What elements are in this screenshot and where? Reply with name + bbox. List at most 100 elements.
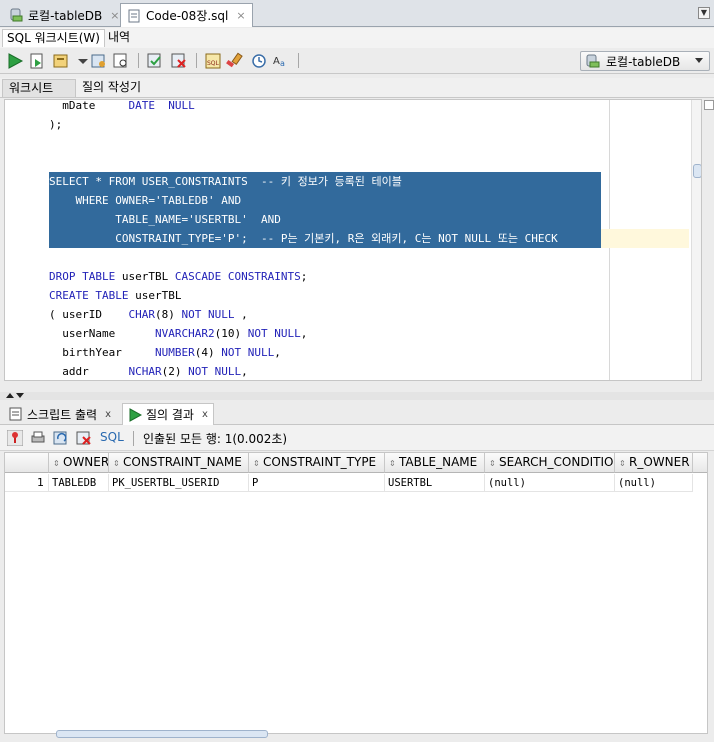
connection-selector[interactable]: 로컬-tableDB: [580, 51, 710, 71]
column-header[interactable]: ⇕ CONSTRAINT_TYPE: [249, 453, 385, 473]
connection-label: 로컬-tableDB: [606, 54, 681, 69]
collapse-up-icon[interactable]: [6, 393, 14, 398]
table-cell[interactable]: TABLEDB: [49, 474, 109, 492]
tab-worksheet[interactable]: 워크시트: [2, 79, 76, 97]
result-toolbar: SQL 인출된 모든 행: 1(0.002초): [0, 425, 714, 451]
pane-splitter[interactable]: [0, 392, 714, 400]
tab-label: 스크립트 출력: [27, 407, 98, 422]
column-header-label: R_OWNER: [629, 455, 690, 469]
rollback-icon[interactable]: [170, 52, 188, 70]
editor-vertical-scrollbar[interactable]: [691, 100, 701, 380]
column-header-label: CONSTRAINT_NAME: [123, 455, 242, 469]
tab-query-result[interactable]: 질의 결과 x: [122, 403, 214, 425]
close-icon[interactable]: x: [202, 409, 208, 420]
toolbar-separator: [133, 431, 134, 446]
close-icon[interactable]: x: [105, 409, 111, 420]
explain-plan-icon[interactable]: [90, 52, 108, 70]
table-cell[interactable]: (null): [485, 474, 615, 492]
tab-history[interactable]: 내역: [104, 29, 134, 47]
table-cell[interactable]: (null): [615, 474, 693, 492]
cancel-query-icon[interactable]: [76, 430, 92, 446]
code-line[interactable]: mDate DATE NULL: [49, 100, 195, 115]
run-result-icon: [129, 407, 142, 422]
tab-sql-worksheet[interactable]: SQL 워크시트(W): [2, 29, 105, 47]
script-output-icon: [9, 407, 22, 421]
doc-tab-connection[interactable]: 로컬-tableDB ×: [2, 3, 127, 27]
sort-icon[interactable]: ⇕: [489, 454, 496, 472]
tab-query-builder[interactable]: 질의 작성기: [76, 79, 147, 97]
code-line[interactable]: );: [49, 115, 62, 134]
code-line[interactable]: ( userID CHAR(8) NOT NULL ,: [49, 305, 248, 324]
history-icon[interactable]: [250, 52, 268, 70]
print-icon[interactable]: [30, 430, 46, 446]
scrollbar-thumb[interactable]: [693, 164, 701, 178]
close-icon[interactable]: ×: [110, 9, 119, 22]
code-line[interactable]: addr NCHAR(2) NOT NULL,: [49, 362, 248, 380]
format-icon[interactable]: Aa: [272, 52, 290, 70]
code-line[interactable]: birthYear NUMBER(4) NOT NULL,: [49, 343, 281, 362]
sort-icon[interactable]: ⇕: [253, 454, 260, 472]
column-header-label: OWNER: [63, 455, 109, 469]
column-header-label: CONSTRAINT_TYPE: [263, 455, 377, 469]
code-line[interactable]: CREATE TABLE userTBL: [49, 286, 181, 305]
pin-icon[interactable]: [7, 430, 23, 446]
sql-tuning-icon[interactable]: [112, 52, 130, 70]
close-icon[interactable]: ×: [236, 9, 245, 22]
document-tab-bar: 로컬-tableDB × Code-08장.sql × ▼: [0, 0, 714, 27]
sort-icon[interactable]: ⇕: [53, 454, 60, 472]
code-line[interactable]: SELECT * FROM USER_CONSTRAINTS -- 키 정보가 …: [49, 172, 601, 191]
column-header[interactable]: ⇕ OWNER: [49, 453, 109, 473]
column-header[interactable]: ⇕ R_OWNER: [615, 453, 693, 473]
svg-text:A: A: [273, 56, 280, 67]
doc-tab-label: Code-08장.sql: [146, 9, 229, 23]
doc-tab-sql-file[interactable]: Code-08장.sql ×: [120, 3, 253, 27]
code-line[interactable]: userName NVARCHAR2(10) NOT NULL,: [49, 324, 307, 343]
unshared-sql-icon[interactable]: SQL: [204, 52, 222, 70]
results-grid[interactable]: ⇕ OWNER ⇕ CONSTRAINT_NAME ⇕ CONSTRAINT_TYPE ⇕ T…: [4, 452, 708, 734]
sort-icon[interactable]: ⇕: [619, 454, 626, 472]
column-header-overflow[interactable]: [693, 453, 707, 473]
svg-text:a: a: [280, 59, 285, 68]
refresh-icon[interactable]: [53, 430, 69, 446]
svg-text:SQL: SQL: [207, 60, 220, 67]
database-connection-icon: [586, 54, 600, 68]
split-editor-box[interactable]: [704, 100, 714, 110]
column-header[interactable]: ⇕ CONSTRAINT_NAME: [109, 453, 249, 473]
scrollbar-thumb[interactable]: [56, 730, 268, 738]
output-tab-bar: 스크립트 출력 x 질의 결과 x: [0, 401, 714, 425]
fetch-status-text: 인출된 모든 행: 1(0.002초): [143, 432, 288, 446]
sql-link[interactable]: SQL: [100, 430, 124, 444]
sort-icon[interactable]: ⇕: [113, 454, 120, 472]
current-line-highlight: [601, 229, 689, 248]
table-cell[interactable]: USERTBL: [385, 474, 485, 492]
autotrace-icon[interactable]: [52, 52, 70, 70]
sort-icon[interactable]: ⇕: [389, 454, 396, 472]
collapse-down-icon[interactable]: [16, 393, 24, 398]
toolbar-separator: [196, 53, 197, 68]
row-number-header: [5, 453, 49, 473]
code-line[interactable]: DROP TABLE userTBL CASCADE CONSTRAINTS;: [49, 267, 307, 286]
run-script-icon[interactable]: [28, 52, 46, 70]
tab-script-output[interactable]: 스크립트 출력 x: [4, 403, 116, 425]
line-gutter: [5, 100, 47, 380]
grid-horizontal-scrollbar[interactable]: [48, 727, 688, 739]
sql-editor[interactable]: mDate DATE NULL); SELECT * FROM USER_CONS…: [4, 99, 702, 381]
tab-list-dropdown-icon[interactable]: ▼: [698, 7, 710, 19]
code-line[interactable]: WHERE OWNER='TABLEDB' AND: [49, 191, 601, 210]
run-statement-icon[interactable]: [6, 52, 24, 70]
column-header[interactable]: ⇕ TABLE_NAME: [385, 453, 485, 473]
code-line[interactable]: CONSTRAINT_TYPE='P'; -- P는 기본키, R은 외래키, …: [49, 229, 601, 248]
code-line[interactable]: TABLE_NAME='USERTBL' AND: [49, 210, 601, 229]
clear-icon[interactable]: [226, 52, 244, 70]
table-cell[interactable]: PK_USERTBL_USERID: [109, 474, 249, 492]
worksheet-toolbar: SQL Aa 로컬-tableDB: [0, 48, 714, 74]
table-cell[interactable]: P: [249, 474, 385, 492]
column-header-label: TABLE_NAME: [399, 455, 478, 469]
database-connection-icon: [9, 8, 23, 22]
commit-icon[interactable]: [146, 52, 164, 70]
doc-tab-label: 로컬-tableDB: [28, 8, 103, 23]
column-header[interactable]: ⇕ SEARCH_CONDITION: [485, 453, 615, 473]
row-number[interactable]: 1: [5, 474, 49, 492]
worksheet-mode-tabs: SQL 워크시트(W) 내역: [0, 28, 714, 48]
toolbar-separator: [298, 53, 299, 68]
